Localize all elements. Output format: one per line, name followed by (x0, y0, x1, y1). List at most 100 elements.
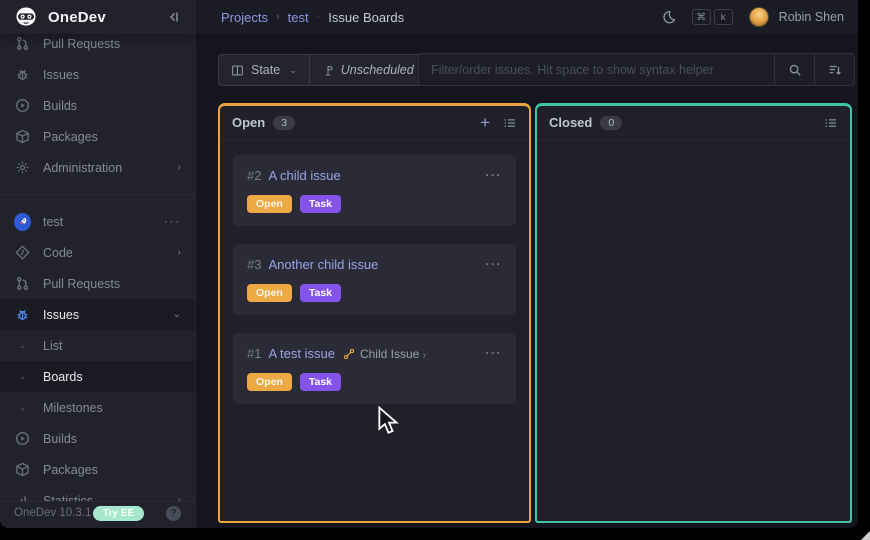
column-title: Open (232, 115, 265, 130)
board-filter-group: State ⌄ Unscheduled ⌄ (218, 54, 443, 86)
column-count-badge: 3 (273, 116, 295, 130)
type-badge: Task (300, 284, 341, 302)
breadcrumb: Projects › test · Issue Boards (221, 10, 662, 25)
package-icon (14, 128, 31, 145)
sidebar-item-label: Pull Requests (43, 277, 181, 291)
search-icon[interactable] (774, 54, 814, 85)
pull-request-icon (14, 35, 31, 52)
breadcrumb-separator: › (276, 11, 280, 23)
board-columns-icon (231, 64, 244, 77)
breadcrumb-project-link[interactable]: test (288, 10, 309, 25)
try-ee-badge[interactable]: Try EE (93, 506, 144, 521)
column-title: Closed (549, 115, 592, 130)
chevron-right-icon: › (178, 162, 181, 173)
state-badge: Open (247, 284, 292, 302)
card-menu-icon[interactable]: ··· (486, 261, 503, 268)
sidebar-item-project-test[interactable]: test ··· (0, 206, 195, 237)
issue-title-link[interactable]: A test issue (268, 346, 334, 361)
dash-bullet: - (14, 339, 31, 353)
sidebar-item-label: Administration (43, 161, 172, 175)
user-menu[interactable]: Robin Shen (779, 10, 844, 24)
app-window: Pull Requests Issues Builds Packages (0, 0, 858, 528)
column-header-closed: Closed 0 (537, 106, 850, 140)
sidebar-item-label: Issues (43, 308, 167, 322)
milestone-select-label: Unscheduled (341, 63, 414, 77)
avatar[interactable] (749, 7, 769, 27)
board-select-button[interactable]: State ⌄ (219, 55, 309, 85)
package-icon (14, 461, 31, 478)
type-badge: Task (300, 195, 341, 213)
sidebar-divider (0, 194, 195, 195)
sidebar-item-label: Issues (43, 68, 181, 82)
issue-card[interactable]: #2 A child issue ··· Open Task (233, 155, 516, 226)
collapse-sidebar-icon[interactable] (165, 9, 181, 25)
onedev-logo-icon (14, 5, 38, 29)
child-issue-link[interactable]: Child Issue › (360, 347, 426, 361)
sidebar-item-label: test (43, 215, 158, 229)
sidebar-item-issues-boards[interactable]: - Boards (0, 361, 195, 392)
breadcrumb-current-page: Issue Boards (328, 10, 404, 25)
sidebar-item-issues-list[interactable]: - List (0, 330, 195, 361)
sidebar-item-packages[interactable]: Packages (0, 121, 195, 152)
issue-title-link[interactable]: A child issue (268, 168, 340, 183)
pull-request-icon (14, 275, 31, 292)
sidebar-item-packages-project[interactable]: Packages (0, 454, 195, 485)
column-menu-icon[interactable] (824, 116, 838, 130)
breadcrumb-projects-link[interactable]: Projects (221, 10, 268, 25)
dash-bullet: - (14, 401, 31, 415)
sidebar-item-pull-requests-project[interactable]: Pull Requests (0, 268, 195, 299)
card-menu-icon[interactable]: ··· (486, 350, 503, 357)
sidebar: Pull Requests Issues Builds Packages (0, 0, 196, 528)
sidebar-item-label: Milestones (43, 401, 181, 415)
sidebar-item-label: Code (43, 246, 172, 260)
play-circle-icon (14, 430, 31, 447)
issue-title-link[interactable]: Another child issue (268, 257, 378, 272)
chevron-right-icon: › (423, 350, 426, 361)
type-badge: Task (300, 373, 341, 391)
issue-number: #3 (247, 257, 261, 272)
board-column-open: Open 3 + #2 A child issue ··· Open (218, 103, 531, 523)
dark-mode-icon[interactable] (662, 10, 676, 24)
board-column-closed: Closed 0 (535, 103, 852, 523)
sidebar-item-label: Builds (43, 432, 181, 446)
command-palette-shortcut[interactable]: ⌘ k (692, 9, 733, 25)
column-actions (824, 116, 838, 130)
state-badge: Open (247, 373, 292, 391)
sidebar-item-label: Pull Requests (43, 37, 181, 51)
card-menu-icon[interactable]: ··· (486, 172, 503, 179)
gear-icon (14, 159, 31, 176)
sidebar-item-builds[interactable]: Builds (0, 90, 195, 121)
sidebar-item-label: Builds (43, 99, 181, 113)
topbar: Projects › test · Issue Boards ⌘ k Robin… (196, 0, 858, 34)
state-badge: Open (247, 195, 292, 213)
column-body-open: #2 A child issue ··· Open Task #3 Anothe… (220, 140, 529, 437)
dash-bullet: - (14, 370, 31, 384)
version-label: OneDev 10.3.1 (14, 507, 93, 519)
issue-card[interactable]: #1 A test issue Child Issue › ··· Open T… (233, 333, 516, 404)
card-badges: Open Task (247, 195, 502, 213)
chevron-down-icon: ⌄ (173, 309, 181, 320)
k-key: k (714, 9, 733, 25)
ellipsis-icon[interactable]: ··· (164, 216, 181, 228)
issue-filter-bar (418, 53, 855, 86)
sidebar-nav: Pull Requests Issues Builds Packages (0, 28, 195, 506)
column-count-badge: 0 (600, 116, 622, 130)
breadcrumb-separator: · (317, 11, 321, 23)
sidebar-item-builds-project[interactable]: Builds (0, 423, 195, 454)
help-icon[interactable]: ? (166, 506, 181, 521)
sidebar-item-issues[interactable]: Issues (0, 59, 195, 90)
rocket-icon (14, 213, 31, 230)
order-icon[interactable] (814, 54, 854, 85)
sidebar-item-issues-project[interactable]: Issues ⌄ (0, 299, 195, 330)
topbar-actions: ⌘ k Robin Shen (662, 7, 844, 27)
linked-issue-icon (343, 348, 355, 360)
add-card-icon[interactable]: + (480, 114, 490, 131)
sidebar-item-code[interactable]: Code › (0, 237, 195, 268)
app-title: OneDev (48, 9, 165, 26)
issue-filter-input[interactable] (419, 54, 774, 85)
sidebar-item-issues-milestones[interactable]: - Milestones (0, 392, 195, 423)
issue-card[interactable]: #3 Another child issue ··· Open Task (233, 244, 516, 315)
sidebar-item-administration[interactable]: Administration › (0, 152, 195, 183)
column-menu-icon[interactable] (503, 116, 517, 130)
sidebar-footer: OneDev 10.3.1 Try EE ? (0, 501, 195, 528)
